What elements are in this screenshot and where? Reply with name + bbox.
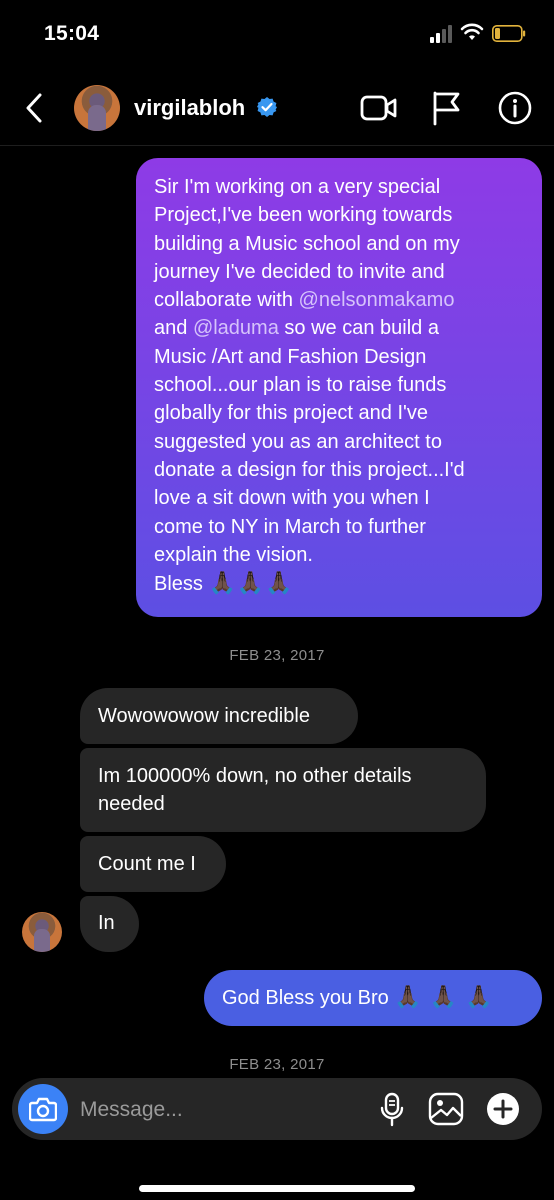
received-message-bubble[interactable]: Count me I xyxy=(80,836,226,892)
message-line: suggested you as an architect to xyxy=(154,430,442,453)
received-message-bubble[interactable]: In xyxy=(80,896,139,952)
battery-icon xyxy=(492,25,526,42)
message-composer xyxy=(12,1078,542,1140)
microphone-icon[interactable] xyxy=(378,1092,406,1128)
message-text: collaborate with xyxy=(154,289,299,312)
status-time: 15:04 xyxy=(44,22,100,45)
received-message-bubble[interactable]: Wowowowow incredible xyxy=(80,688,358,744)
date-separator: FEB 23, 2017 xyxy=(229,1056,325,1073)
praying-hands-emoji: 🙏🏿 🙏🏿 🙏🏿 xyxy=(394,984,494,1009)
received-message-bubble[interactable]: Im 100000% down, no other details needed xyxy=(80,748,486,832)
message-text: Im 100000% down, no other details xyxy=(98,765,412,787)
message-line-bless: Bless 🙏🏿🙏🏿🙏🏿 xyxy=(154,569,524,598)
message-line-mention: collaborate with @nelsonmakamo xyxy=(154,286,524,314)
message-line: globally for this project and I've xyxy=(154,402,428,425)
info-icon[interactable] xyxy=(498,91,532,125)
sent-message-bubble[interactable]: Sir I'm working on a very special Projec… xyxy=(136,158,542,617)
verified-badge-icon xyxy=(257,97,277,117)
message-line: come to NY in March to further xyxy=(154,515,426,538)
back-icon[interactable] xyxy=(20,88,50,128)
camera-icon xyxy=(29,1097,57,1122)
chat-username[interactable]: virgilabloh xyxy=(134,95,245,121)
mention-link[interactable]: @nelsonmakamo xyxy=(299,289,455,311)
flag-icon[interactable] xyxy=(430,90,462,126)
message-line: love a sit down with you when I xyxy=(154,487,430,510)
plus-icon[interactable] xyxy=(486,1092,520,1126)
message-line: donate a design for this project...I'd xyxy=(154,458,465,481)
cellular-signal-icon xyxy=(430,25,452,43)
message-input[interactable] xyxy=(80,1096,360,1124)
message-text: Wowowowow incredible xyxy=(98,705,310,727)
status-bar: 15:04 xyxy=(0,0,554,70)
mention-link[interactable]: @laduma xyxy=(193,317,279,339)
message-text: needed xyxy=(98,793,165,815)
sender-avatar[interactable] xyxy=(22,912,62,952)
gallery-icon[interactable] xyxy=(428,1092,464,1126)
message-line: Music /Art and Fashion Design xyxy=(154,345,427,368)
message-line-mention: and @laduma so we can build a xyxy=(154,314,524,342)
home-indicator xyxy=(139,1185,415,1192)
message-text: Bless xyxy=(154,573,209,596)
message-line: Sir I'm working on a very special xyxy=(154,176,441,198)
message-line: school...our plan is to raise funds xyxy=(154,374,447,397)
avatar[interactable] xyxy=(74,85,120,131)
chat-header: virgilabloh xyxy=(0,70,554,146)
date-separator: FEB 23, 2017 xyxy=(229,647,325,664)
message-text: In xyxy=(98,912,115,934)
message-line: Project,I've been working towards xyxy=(154,204,453,227)
sent-message-bubble[interactable]: God Bless you Bro 🙏🏿 🙏🏿 🙏🏿 xyxy=(204,970,542,1026)
message-line: building a Music school and on my xyxy=(154,232,460,255)
message-line: explain the vision. xyxy=(154,543,313,566)
wifi-icon xyxy=(460,23,484,40)
message-text: so we can build a xyxy=(278,317,439,340)
video-call-icon[interactable] xyxy=(360,92,398,124)
message-line: journey I've decided to invite and xyxy=(154,260,445,283)
camera-button[interactable] xyxy=(18,1084,68,1134)
message-text: God Bless you Bro xyxy=(222,987,395,1009)
message-text: and xyxy=(154,317,193,340)
message-text: Count me I xyxy=(98,853,196,875)
praying-hands-emoji: 🙏🏿🙏🏿🙏🏿 xyxy=(208,570,294,596)
